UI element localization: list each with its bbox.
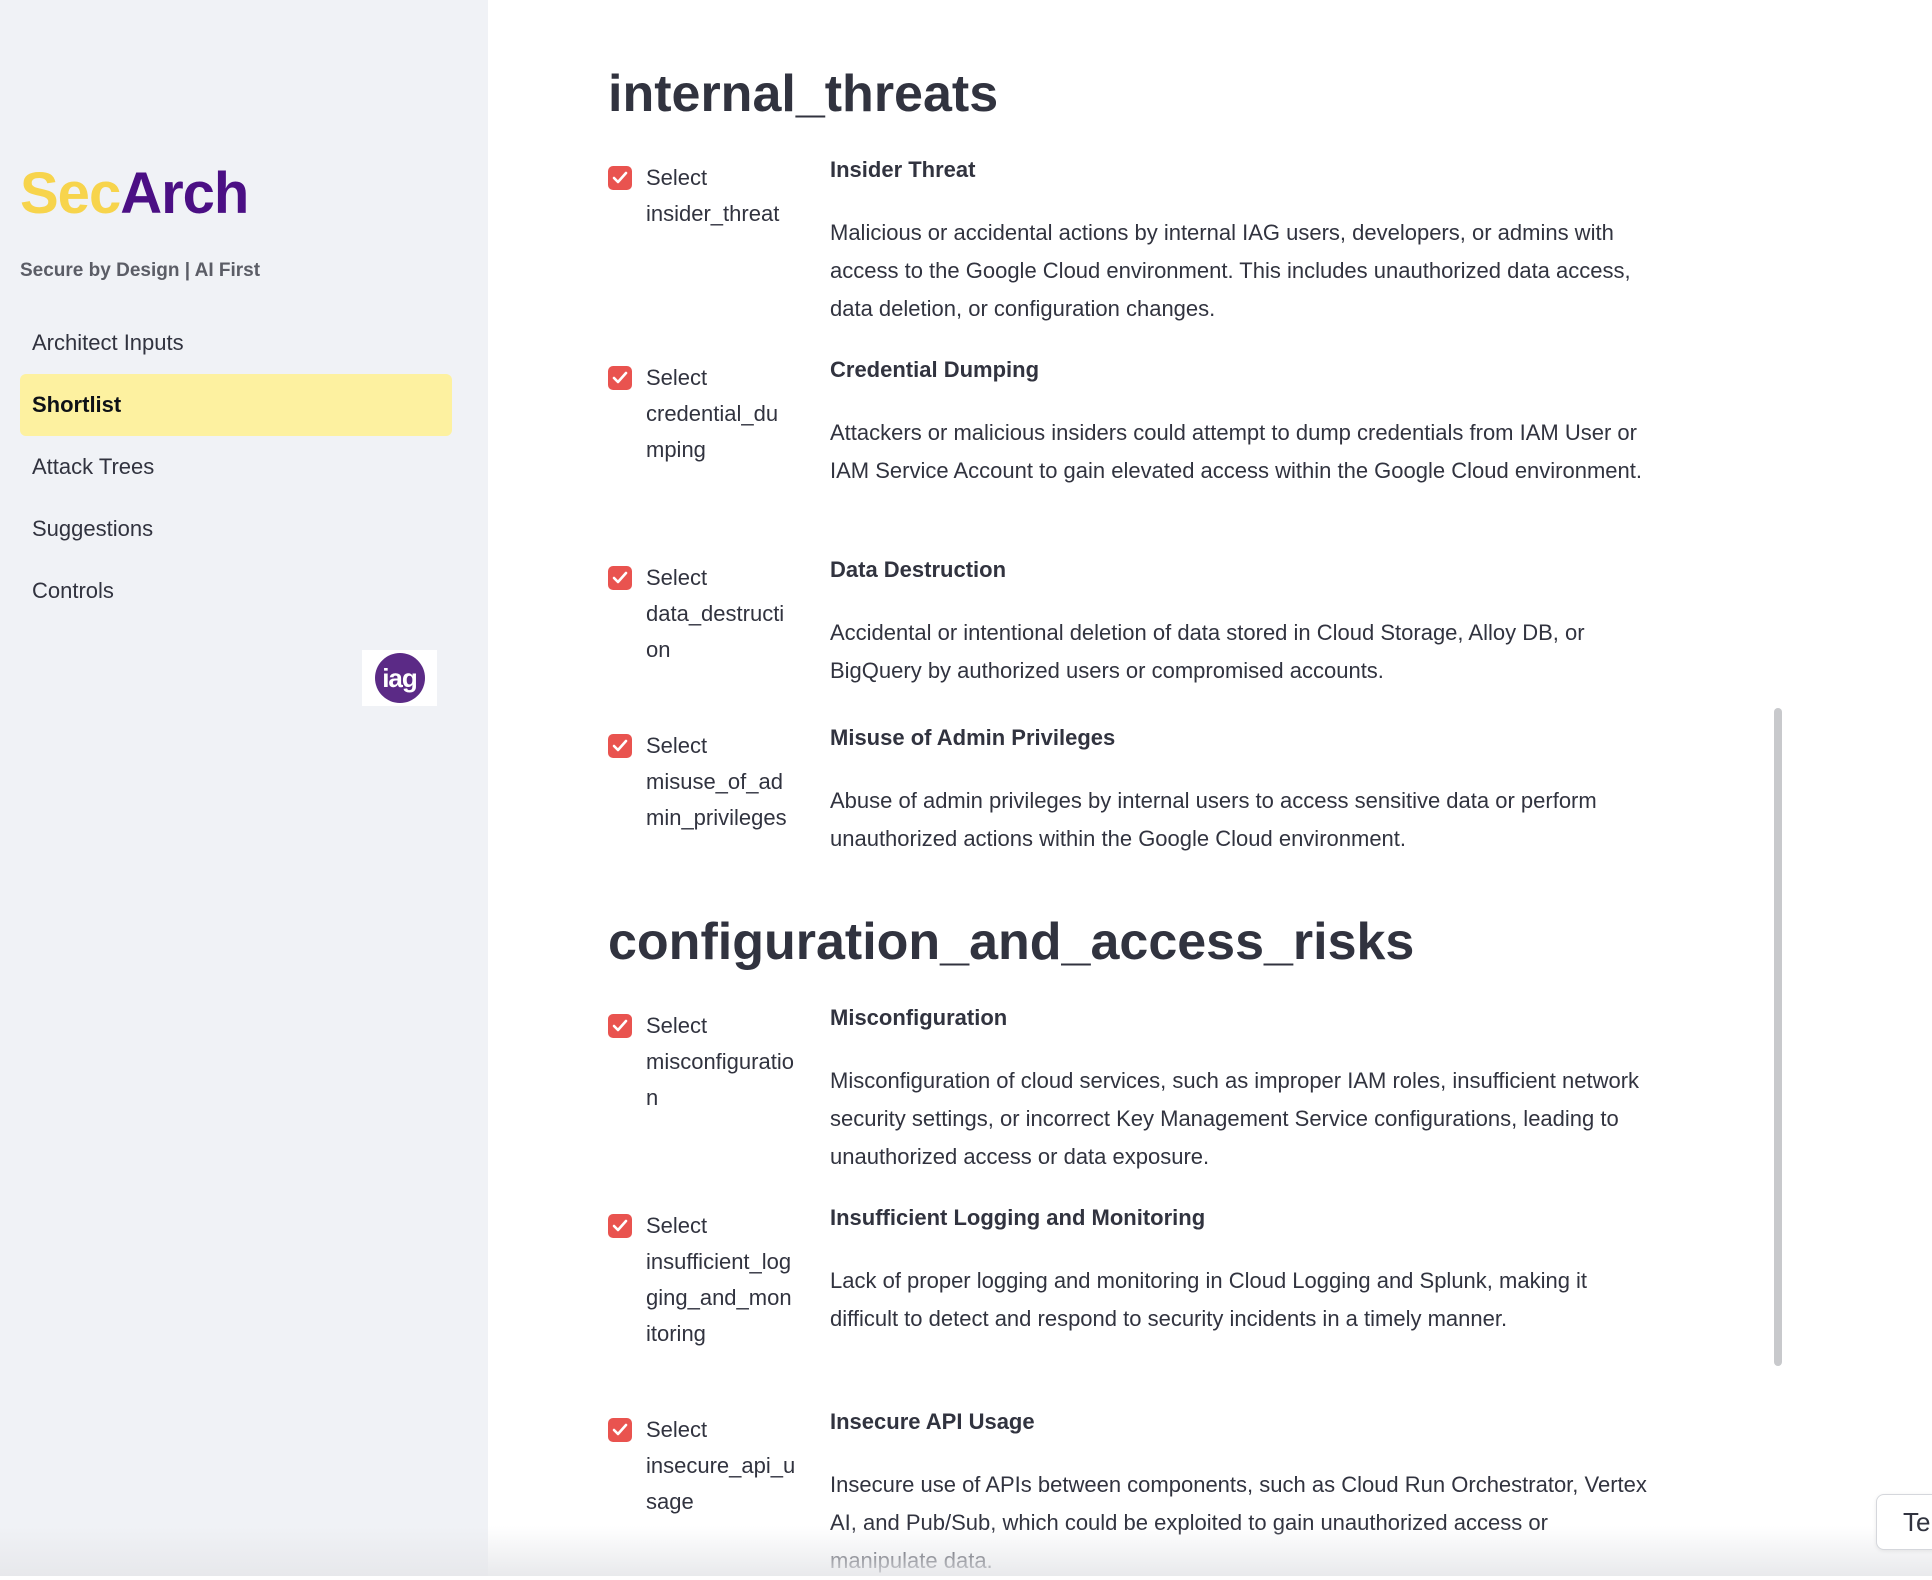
threat-content: Insufficient Logging and Monitoring Lack… [830, 1200, 1660, 1338]
checkbox-label[interactable]: Select insider_threat [646, 160, 796, 232]
sidebar: SecArch Secure by Design | AI First Arch… [0, 0, 488, 1576]
threat-content: Misuse of Admin Privileges Abuse of admi… [830, 720, 1660, 858]
threat-description: Abuse of admin privileges by internal us… [830, 788, 1597, 851]
threat-description: Lack of proper logging and monitoring in… [830, 1268, 1588, 1331]
sidebar-item-controls[interactable]: Controls [20, 560, 452, 622]
threat-content: Insider Threat Malicious or accidental a… [830, 152, 1660, 328]
threat-title: Misconfiguration [830, 1005, 1008, 1030]
threat-content: Credential Dumping Attackers or maliciou… [830, 352, 1660, 490]
check-icon [612, 571, 628, 584]
checkbox-label[interactable]: Select data_destruction [646, 560, 796, 668]
threat-title: Insider Threat [830, 157, 976, 182]
threat-description: Attackers or malicious insiders could at… [830, 420, 1643, 483]
threat-title: Misuse of Admin Privileges [830, 725, 1116, 750]
threat-title: Credential Dumping [830, 357, 1040, 382]
iag-logo: iag [362, 650, 437, 706]
checkbox-data-destruction[interactable] [608, 566, 632, 590]
threat-content: Misconfiguration Misconfiguration of clo… [830, 1000, 1660, 1176]
checkbox-misuse-of-admin-privileges[interactable] [608, 734, 632, 758]
brand-sec: Sec [20, 161, 121, 226]
checkbox-insider-threat[interactable] [608, 166, 632, 190]
corner-button[interactable]: Te [1876, 1494, 1932, 1550]
threat-title: Data Destruction [830, 557, 1007, 582]
threat-description: Insecure use of APIs between components,… [830, 1472, 1647, 1573]
iag-logo-mark: iag [374, 653, 425, 703]
threat-description: Accidental or intentional deletion of da… [830, 620, 1585, 683]
sidebar-item-attack-trees[interactable]: Attack Trees [20, 436, 452, 498]
brand-logo: SecArch [20, 160, 249, 228]
threat-description: Malicious or accidental actions by inter… [830, 220, 1631, 321]
scrollbar-thumb[interactable] [1774, 708, 1782, 1366]
checkbox-credential-dumping[interactable] [608, 366, 632, 390]
checkbox-label[interactable]: Select misuse_of_admin_privileges [646, 728, 796, 836]
check-icon [612, 739, 628, 752]
checkbox-label[interactable]: Select insecure_api_usage [646, 1412, 796, 1520]
check-icon [612, 1219, 628, 1232]
section-title-configuration-and-access-risks: configuration_and_access_risks [608, 913, 1415, 971]
checkbox-insecure-api-usage[interactable] [608, 1418, 632, 1442]
threat-title: Insufficient Logging and Monitoring [830, 1205, 1206, 1230]
check-icon [612, 371, 628, 384]
tagline: Secure by Design | AI First [20, 260, 261, 281]
section-title-internal-threats: internal_threats [608, 65, 999, 123]
threat-description: Misconfiguration of cloud services, such… [830, 1068, 1640, 1169]
check-icon [612, 171, 628, 184]
sidebar-item-architect-inputs[interactable]: Architect Inputs [20, 312, 452, 374]
checkbox-label[interactable]: Select credential_dumping [646, 360, 796, 468]
checkbox-misconfiguration[interactable] [608, 1014, 632, 1038]
checkbox-label[interactable]: Select insufficient_logging_and_monitorin… [646, 1208, 796, 1352]
sidebar-item-shortlist[interactable]: Shortlist [20, 374, 452, 436]
check-icon [612, 1423, 628, 1436]
checkbox-label[interactable]: Select misconfiguration [646, 1008, 796, 1116]
threat-content: Insecure API Usage Insecure use of APIs … [830, 1404, 1660, 1580]
threat-title: Insecure API Usage [830, 1409, 1035, 1434]
brand-arch: Arch [120, 161, 249, 226]
sidebar-item-suggestions[interactable]: Suggestions [20, 498, 452, 560]
checkbox-insufficient-logging-and-monitoring[interactable] [608, 1214, 632, 1238]
check-icon [612, 1019, 628, 1032]
threat-content: Data Destruction Accidental or intention… [830, 552, 1660, 690]
sidebar-nav: Architect Inputs Shortlist Attack Trees … [20, 312, 452, 622]
